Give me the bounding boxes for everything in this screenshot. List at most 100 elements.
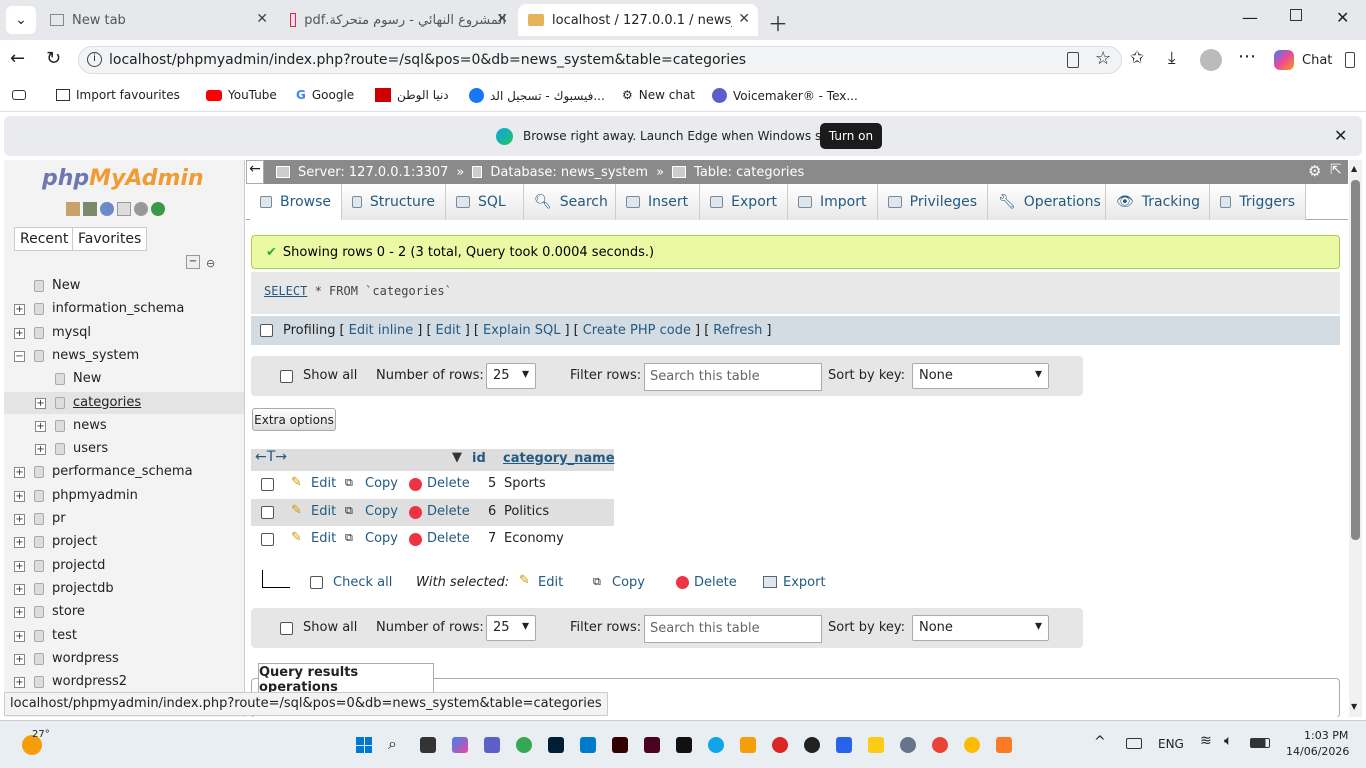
- expand-toggle[interactable]: +: [35, 397, 46, 409]
- fav-donya[interactable]: دنيا الوطن: [375, 88, 449, 102]
- tree-item[interactable]: wordpress: [52, 651, 119, 666]
- row-checkbox[interactable]: [261, 478, 274, 491]
- rows-select[interactable]: 25: [486, 363, 536, 389]
- logout-icon[interactable]: [83, 202, 97, 216]
- tree-item[interactable]: categories: [73, 395, 141, 410]
- cell-category-name[interactable]: Sports: [504, 476, 546, 491]
- expand-toggle[interactable]: +: [14, 583, 25, 595]
- copilot-icon[interactable]: [452, 737, 468, 753]
- media-player-icon[interactable]: [804, 737, 820, 753]
- expand-toggle[interactable]: −: [14, 350, 25, 362]
- header-id[interactable]: id: [469, 449, 500, 471]
- tab-search[interactable]: 🔍︎ Search: [524, 184, 616, 220]
- tab-insert[interactable]: Insert: [616, 184, 700, 220]
- close-icon[interactable]: ✕: [496, 11, 508, 27]
- tree-item[interactable]: test: [52, 628, 77, 643]
- scrollbar-thumb[interactable]: [1351, 180, 1360, 540]
- row-copy-link[interactable]: Copy: [365, 531, 398, 546]
- cell-id[interactable]: 6: [488, 504, 496, 519]
- sort-select[interactable]: None: [912, 363, 1049, 389]
- check-all-label[interactable]: Check all: [333, 575, 392, 590]
- row-delete-link[interactable]: Delete: [427, 476, 470, 491]
- tab-actions-button[interactable]: ⌄: [6, 6, 36, 34]
- breadcrumb-database[interactable]: Database: news_system: [490, 165, 648, 180]
- close-window-button[interactable]: ✕: [1336, 8, 1349, 27]
- refresh-button[interactable]: ↻: [46, 48, 61, 69]
- fav-voicemaker[interactable]: Voicemaker® - Tex...: [712, 88, 858, 103]
- sort-dropdown-icon[interactable]: ▼: [452, 450, 462, 465]
- search-icon[interactable]: ⌕: [388, 734, 397, 754]
- column-arrows[interactable]: ←T→: [251, 449, 469, 471]
- fav-facebook[interactable]: فيسبوك - تسجيل الد...: [469, 88, 605, 103]
- battery-icon[interactable]: [1250, 738, 1270, 748]
- row-copy-link[interactable]: Copy: [365, 504, 398, 519]
- row-copy-link[interactable]: Copy: [365, 476, 398, 491]
- restore-button[interactable]: [1290, 9, 1302, 21]
- indesign-icon[interactable]: [644, 737, 660, 753]
- tab-browse[interactable]: Browse: [250, 184, 342, 220]
- extra-options-button[interactable]: Extra options: [252, 408, 336, 431]
- pma-logo[interactable]: phpMyAdmin: [42, 166, 204, 191]
- wifi-icon[interactable]: ≋: [1200, 733, 1212, 749]
- bulk-export-link[interactable]: Export: [783, 575, 826, 590]
- edit-inline-link[interactable]: Edit inline: [349, 323, 414, 338]
- bulk-delete-link[interactable]: Delete: [694, 575, 737, 590]
- row-edit-link[interactable]: Edit: [311, 504, 336, 519]
- row-edit-link[interactable]: Edit: [311, 531, 336, 546]
- collapse-arrow[interactable]: ←: [246, 160, 264, 184]
- scroll-down-icon[interactable]: ▼: [1351, 702, 1357, 711]
- bulk-copy-link[interactable]: Copy: [612, 575, 645, 590]
- tab-pdf[interactable]: المشروع النهائي - رسوم متحركة.pdf ✕: [280, 4, 516, 36]
- back-button[interactable]: ←: [10, 48, 25, 69]
- tree-item[interactable]: projectdb: [52, 581, 114, 596]
- tree-item[interactable]: information_schema: [52, 301, 184, 316]
- breadcrumb-table[interactable]: Table: categories: [694, 165, 804, 180]
- new-tab-button[interactable]: ＋: [768, 8, 788, 37]
- expand-toggle[interactable]: +: [14, 630, 25, 642]
- help-icon[interactable]: [100, 202, 114, 216]
- xampp-icon[interactable]: [996, 737, 1012, 753]
- chrome-icon[interactable]: [964, 737, 980, 753]
- row-edit-link[interactable]: Edit: [311, 476, 336, 491]
- scroll-up-icon[interactable]: ▲: [1351, 164, 1357, 173]
- fav-google[interactable]: G Google: [296, 88, 354, 102]
- tab-tracking[interactable]: 👁︎ Tracking: [1106, 184, 1210, 220]
- filter-input[interactable]: Search this table: [644, 615, 822, 643]
- favorites-button[interactable]: Favorites: [72, 227, 148, 251]
- fav-youtube[interactable]: YouTube: [206, 88, 277, 102]
- profiling-checkbox[interactable]: [260, 324, 273, 337]
- close-icon[interactable]: ✕: [1334, 126, 1347, 145]
- star-icon[interactable]: ☆: [1095, 48, 1111, 69]
- expand-toggle[interactable]: +: [14, 514, 25, 525]
- show-all-checkbox[interactable]: [280, 622, 293, 635]
- bulk-edit-link[interactable]: Edit: [538, 575, 563, 590]
- tree-item[interactable]: news_system: [52, 348, 139, 363]
- tree-item[interactable]: news: [73, 418, 107, 433]
- expand-toggle[interactable]: +: [14, 607, 25, 619]
- cell-id[interactable]: 7: [488, 531, 496, 546]
- close-icon[interactable]: ✕: [256, 11, 268, 27]
- sql-keyword-link[interactable]: SELECT: [264, 284, 307, 298]
- tab-export[interactable]: Export: [700, 184, 788, 220]
- favorites-icon[interactable]: ✩: [1130, 48, 1144, 68]
- url-field[interactable]: i localhost/phpmyadmin/index.php?route=/…: [78, 46, 1122, 74]
- taskview-icon[interactable]: [420, 737, 436, 753]
- tree-item[interactable]: phpmyadmin: [52, 488, 138, 503]
- fav-new-chat[interactable]: ⚙ New chat: [622, 88, 695, 102]
- folder-icon[interactable]: [868, 737, 884, 753]
- refresh-link[interactable]: Refresh: [713, 323, 762, 338]
- tab-privileges[interactable]: Privileges: [878, 184, 988, 220]
- gear-icon[interactable]: [134, 202, 148, 216]
- create-php-link[interactable]: Create PHP code: [583, 323, 691, 338]
- settings-icon[interactable]: [900, 737, 916, 753]
- vscode-icon[interactable]: [580, 737, 596, 753]
- sidebar-icon[interactable]: [1345, 52, 1355, 68]
- app-icon[interactable]: [740, 737, 756, 753]
- tree-item[interactable]: mysql: [52, 325, 91, 340]
- show-all-checkbox[interactable]: [280, 370, 293, 383]
- turn-on-button[interactable]: Turn on: [820, 123, 882, 149]
- cell-id[interactable]: 5: [488, 476, 496, 491]
- cell-category-name[interactable]: Politics: [504, 504, 549, 519]
- row-checkbox[interactable]: [261, 533, 274, 546]
- tree-item[interactable]: New: [52, 278, 80, 293]
